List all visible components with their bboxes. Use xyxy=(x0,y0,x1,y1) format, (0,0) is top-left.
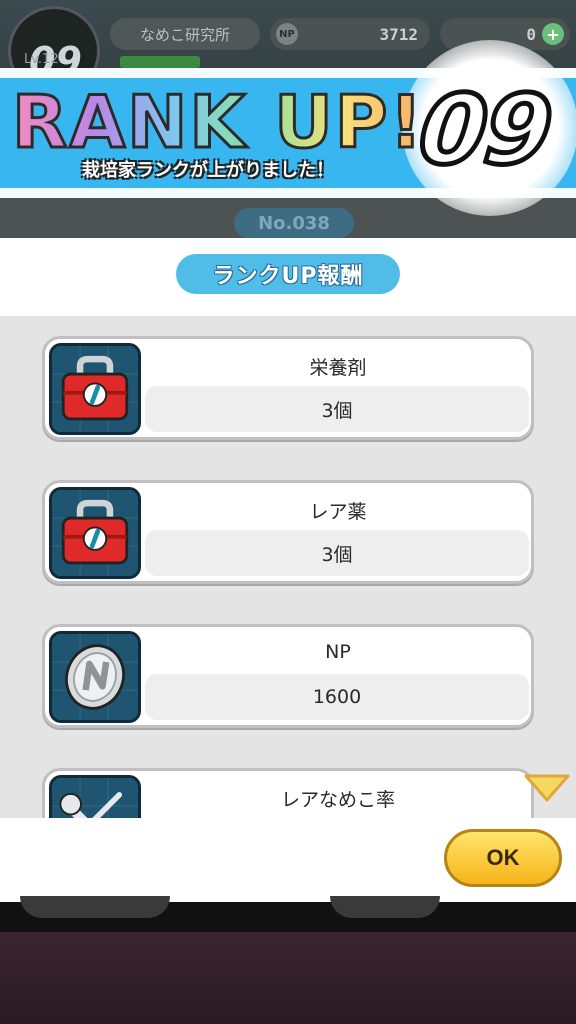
rank-progress-bar xyxy=(120,56,200,68)
np-coin-icon xyxy=(49,631,141,723)
ok-button[interactable]: OK xyxy=(444,829,562,887)
reward-name: レア薬 xyxy=(309,501,367,523)
reward-amount: 3個 xyxy=(145,386,529,432)
card-number-label: No.038 xyxy=(234,208,354,238)
rank-number: 09 xyxy=(412,72,558,189)
reward-amount: 1600 xyxy=(145,674,529,720)
lab-name-pill[interactable]: なめこ研究所 xyxy=(110,18,260,50)
reward-amount: 3個 xyxy=(145,530,529,576)
add-gem-button[interactable]: + xyxy=(542,23,564,45)
scroll-down-arrow-icon[interactable] xyxy=(522,770,572,806)
background-dock-right xyxy=(330,896,440,918)
background-bottom xyxy=(0,902,576,1024)
reward-name: レアなめこ率 xyxy=(280,789,395,811)
rank-up-subtitle: 栽培家ランクが上がりました！ xyxy=(82,160,334,181)
reward-title-pill: ランクUP報酬 xyxy=(176,254,400,294)
reward-name: 栄養剤 xyxy=(309,357,367,379)
wrench-screwdriver-icon xyxy=(49,775,141,818)
background-dock-left xyxy=(20,896,170,918)
reward-name: NP xyxy=(325,641,351,663)
reward-item: レアなめこ率 xyxy=(42,768,534,818)
np-counter: NP 3712 xyxy=(270,18,430,50)
red-toolbox-icon xyxy=(49,343,141,435)
reward-item: レア薬 3個 xyxy=(42,480,534,584)
rank-up-title: RANK UP! xyxy=(10,79,425,166)
reward-item: NP 1600 xyxy=(42,624,534,728)
rank-level-label: Lv.12 xyxy=(24,52,59,67)
reward-list[interactable]: 栄養剤 3個 レア薬 3個 NP 1600 レアなめこ率 xyxy=(0,316,576,818)
red-toolbox-icon xyxy=(49,487,141,579)
gem-counter-value: 0 xyxy=(526,24,536,44)
np-coin-small-icon: NP xyxy=(276,23,298,45)
np-counter-value: 3712 xyxy=(379,24,418,44)
reward-item: 栄養剤 3個 xyxy=(42,336,534,440)
